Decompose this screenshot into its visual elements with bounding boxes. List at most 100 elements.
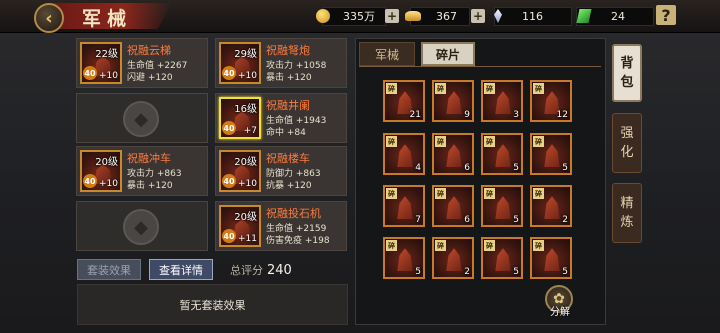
back-arrow-icon: ‹ xyxy=(45,7,53,29)
fragment-item[interactable]: 碎 2 xyxy=(530,185,572,227)
fragment-badge-icon: 碎 xyxy=(484,136,495,147)
fragment-item[interactable]: 碎 12 xyxy=(530,80,572,122)
equipment-slot[interactable]: 29级 40 +10 祝融弩炮 攻击力 +1058 暴击 +120 xyxy=(215,38,347,88)
fragment-badge-icon: 碎 xyxy=(435,188,446,199)
fragment-item[interactable]: 碎 5 xyxy=(383,237,425,279)
add-gold-button[interactable]: + xyxy=(385,9,399,23)
siege-weapon-icon xyxy=(446,91,462,114)
fragment-badge-icon: 碎 xyxy=(533,136,544,147)
help-button[interactable]: ? xyxy=(656,5,676,25)
fragment-item[interactable]: 碎 5 xyxy=(481,133,523,175)
gold-value-wrap: 335万 xyxy=(343,7,375,25)
fragment-item[interactable]: 碎 9 xyxy=(432,80,474,122)
fragment-badge-icon: 碎 xyxy=(386,83,397,94)
fragment-count: 5 xyxy=(562,163,568,173)
siege-weapon-icon xyxy=(446,144,462,167)
gold-coin-icon xyxy=(316,9,330,23)
fragment-item[interactable]: 碎 5 xyxy=(481,185,523,227)
crystal-value: 116 xyxy=(522,9,543,23)
side-tab-label-char: 背 xyxy=(620,56,634,71)
fragment-count: 21 xyxy=(409,110,421,120)
decompose-label[interactable]: 分解 xyxy=(543,303,577,318)
side-tab-label-char: 强 xyxy=(620,126,634,141)
fragment-count: 5 xyxy=(513,215,519,225)
fragment-item[interactable]: 碎 5 xyxy=(530,237,572,279)
fragment-count: 4 xyxy=(415,163,421,173)
siege-weapon-icon xyxy=(397,248,413,271)
equipment-thumbnail[interactable]: 20级 40 +11 xyxy=(219,205,261,247)
back-button[interactable]: ‹ xyxy=(34,3,64,33)
fragment-item[interactable]: 碎 4 xyxy=(383,133,425,175)
fragment-item[interactable]: 碎 7 xyxy=(383,185,425,227)
equipment-thumbnail[interactable]: 20级 40 +10 xyxy=(219,150,261,192)
equipment-slot[interactable]: 16级 40 +7 祝融井阑 生命值 +1943 命中 +84 xyxy=(215,93,347,143)
add-ingot-button[interactable]: + xyxy=(471,9,485,23)
view-details-button[interactable]: 查看详情 xyxy=(149,259,213,280)
fragment-item[interactable]: 碎 6 xyxy=(432,185,474,227)
side-tab[interactable]: 强化 xyxy=(612,113,642,173)
equipment-slot[interactable]: 20级 40 +11 祝融投石机 生命值 +2159 伤害免疫 +198 xyxy=(215,201,347,251)
enhance-level: +10 xyxy=(238,71,257,81)
score-label: 总评分 xyxy=(230,264,263,277)
fragment-badge-icon: 碎 xyxy=(484,188,495,199)
item-name: 祝融投石机 xyxy=(266,207,321,220)
ingot-value-wrap: 367 xyxy=(436,7,457,25)
siege-weapon-icon xyxy=(446,196,462,219)
enhance-level: +10 xyxy=(238,179,257,189)
fragment-item[interactable]: 碎 5 xyxy=(481,237,523,279)
item-stat: 命中 +84 xyxy=(266,128,306,138)
star-badge: 40 xyxy=(83,66,97,80)
page-title: 军械 xyxy=(82,8,133,30)
item-level: 20级 xyxy=(234,157,257,168)
item-level: 16级 xyxy=(234,104,257,115)
fragment-count: 9 xyxy=(464,110,470,120)
fragment-item[interactable]: 碎 21 xyxy=(383,80,425,122)
total-score: 总评分 240 xyxy=(230,262,292,278)
fragment-item[interactable]: 碎 5 xyxy=(530,133,572,175)
siege-weapon-icon xyxy=(544,196,560,219)
tab-equipment[interactable]: 军械 xyxy=(359,42,415,66)
fragment-count: 5 xyxy=(513,267,519,277)
equipment-slot[interactable]: 20级 40 +10 祝融楼车 防御力 +863 抗暴 +120 xyxy=(215,146,347,196)
fragment-badge-icon: 碎 xyxy=(386,240,397,251)
equipment-slot[interactable]: 20级 40 +10 祝融冲车 攻击力 +863 暴击 +120 xyxy=(76,146,208,196)
fragment-item[interactable]: 碎 3 xyxy=(481,80,523,122)
equipment-slot[interactable]: 22级 40 +10 祝融云梯 生命值 +2267 闪避 +120 xyxy=(76,38,208,88)
empty-slot-icon: ◆ xyxy=(123,101,159,137)
tab-divider xyxy=(359,66,601,67)
set-effect-box: 暂无套装效果 xyxy=(77,284,348,325)
set-effect-button[interactable]: 套装效果 xyxy=(77,259,141,280)
crystal-value-wrap: 116 xyxy=(522,7,543,25)
equipment-thumbnail[interactable]: 29级 40 +10 xyxy=(219,42,261,84)
item-stat: 伤害免疫 +198 xyxy=(266,236,330,246)
item-name: 祝融楼车 xyxy=(266,152,310,165)
tab-fragments[interactable]: 碎片 xyxy=(421,42,475,66)
fragment-badge-icon: 碎 xyxy=(533,188,544,199)
fragment-item[interactable]: 碎 2 xyxy=(432,237,474,279)
no-set-effect-text: 暂无套装效果 xyxy=(179,298,246,312)
fragment-count: 5 xyxy=(513,163,519,173)
fragment-badge-icon: 碎 xyxy=(533,240,544,251)
equipment-slot[interactable]: ◆ xyxy=(76,93,208,143)
equipment-thumbnail[interactable]: 16级 40 +7 xyxy=(219,97,261,139)
item-level: 29级 xyxy=(234,49,257,60)
equipment-thumbnail[interactable]: 20级 40 +10 xyxy=(80,150,122,192)
side-tab[interactable]: 背包 xyxy=(612,44,642,102)
top-bar: 军械 ‹ 335万 + 367 + 116 24 ? xyxy=(0,0,720,33)
gold-resource xyxy=(316,7,330,25)
equipment-slot[interactable]: ◆ xyxy=(76,201,208,251)
item-name: 祝融井阑 xyxy=(266,99,310,112)
fragment-item[interactable]: 碎 6 xyxy=(432,133,474,175)
enhance-level: +10 xyxy=(99,179,118,189)
side-tab[interactable]: 精炼 xyxy=(612,183,642,243)
fragment-badge-icon: 碎 xyxy=(386,188,397,199)
siege-weapon-icon xyxy=(397,144,413,167)
empty-slot-icon: ◆ xyxy=(123,209,159,245)
equipment-thumbnail[interactable]: 22级 40 +10 xyxy=(80,42,122,84)
fragment-count: 2 xyxy=(464,267,470,277)
siege-weapon-icon xyxy=(495,144,511,167)
score-value: 240 xyxy=(267,263,292,278)
fragment-count: 2 xyxy=(562,215,568,225)
siege-weapon-icon xyxy=(544,248,560,271)
gold-ingot-icon xyxy=(405,11,421,21)
